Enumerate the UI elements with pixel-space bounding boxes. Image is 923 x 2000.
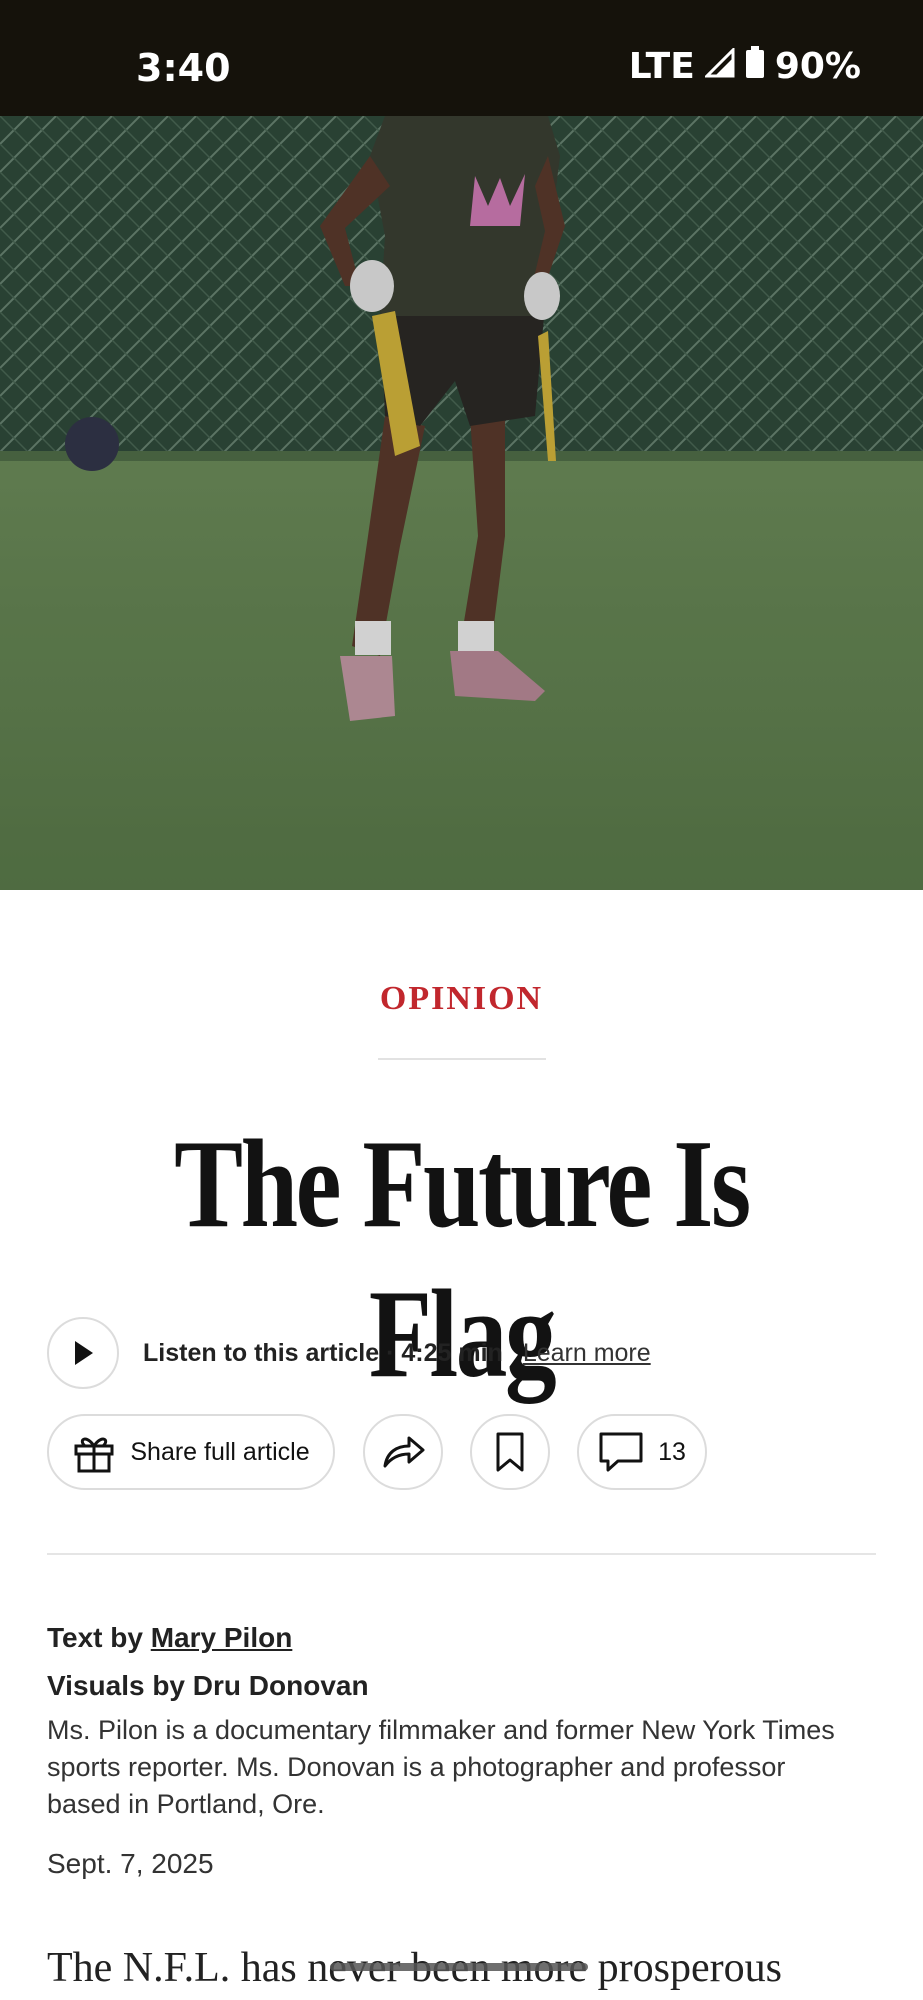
gift-icon [74,1437,114,1473]
share-full-article-label: Share full article [130,1437,310,1466]
play-icon [75,1341,93,1365]
byline-visuals-by: Visuals by Dru Donovan [47,1670,369,1701]
battery-icon [745,46,765,87]
byline-text-by: Text by Mary Pilon [47,1622,292,1654]
section-divider [47,1553,876,1555]
comment-icon [599,1432,643,1472]
share-arrow-icon [383,1436,425,1468]
battery-percent: 90% [774,46,861,87]
share-full-article-button[interactable]: Share full article [47,1414,335,1490]
listen-row: Listen to this article · 4:25 min Learn … [47,1315,651,1391]
hero-photo-illustration [0,116,923,890]
learn-more-link[interactable]: Learn more [523,1339,651,1368]
comments-button[interactable]: 13 [577,1414,707,1490]
save-bookmark-button[interactable] [470,1414,550,1490]
text-by-prefix: Text by [47,1622,151,1653]
status-bar: 3:40 LTE 90% [0,0,923,116]
listen-label: Listen to this article · 4:25 min [143,1338,503,1367]
hero-image [0,116,923,890]
signal-icon [703,46,735,87]
bookmark-icon [496,1432,524,1472]
author-link[interactable]: Mary Pilon [151,1622,293,1653]
publish-date: Sept. 7, 2025 [47,1848,214,1879]
section-kicker[interactable]: OPINION [0,980,923,1018]
play-audio-button[interactable] [47,1317,119,1389]
network-type: LTE [628,46,695,87]
status-time: 3:40 [136,46,231,90]
share-button[interactable] [363,1414,443,1490]
status-indicators: LTE 90% [629,46,861,87]
kicker-divider [378,1058,546,1060]
comment-count: 13 [658,1437,686,1466]
author-bio: Ms. Pilon is a documentary filmmaker and… [47,1715,835,1819]
scroll-indicator [330,1963,588,1971]
